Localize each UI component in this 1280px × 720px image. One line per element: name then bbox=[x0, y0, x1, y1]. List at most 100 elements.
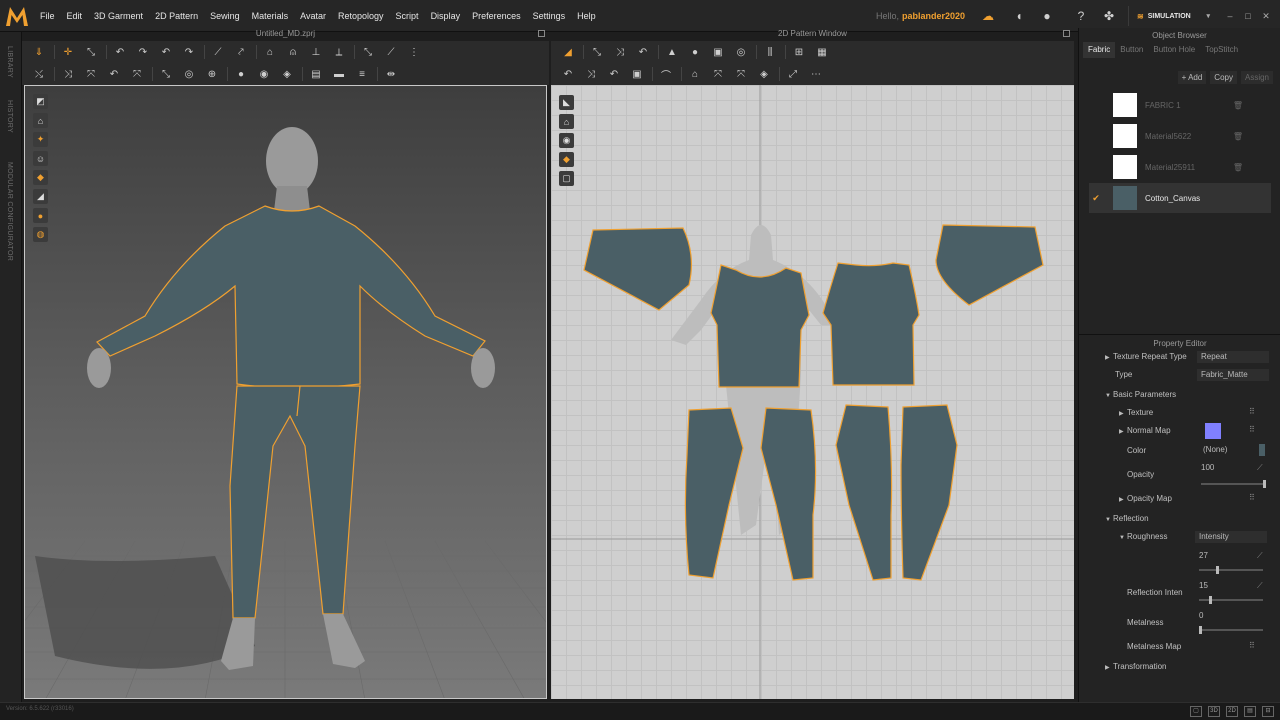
color-swatch[interactable] bbox=[1259, 444, 1265, 456]
button-2d-icon[interactable]: ◈ bbox=[755, 66, 773, 82]
delete-icon[interactable]: 🗑 bbox=[1233, 132, 1243, 141]
tack-on-avatar-icon[interactable]: ↷ bbox=[134, 44, 152, 60]
layout-split-icon[interactable]: ▤ bbox=[1244, 706, 1256, 717]
reflection-intensity-pick-icon[interactable]: ⟋ bbox=[1257, 581, 1263, 591]
environment-icon[interactable]: ◍ bbox=[33, 227, 48, 242]
layers-icon[interactable]: ≡ bbox=[353, 66, 371, 82]
fabric-swatch[interactable] bbox=[1113, 124, 1137, 148]
marketplace-icon[interactable]: ✤ bbox=[1101, 8, 1117, 24]
grading-icon[interactable]: ▦ bbox=[813, 44, 831, 60]
garment-fit-icon[interactable]: ⌂ bbox=[686, 66, 704, 82]
edit-curve-icon[interactable]: ⤨ bbox=[611, 44, 629, 60]
tape-icon[interactable]: ⤤ bbox=[232, 44, 250, 60]
avatar-view-icon[interactable]: ☺ bbox=[33, 151, 48, 166]
texture-view-icon[interactable]: ◆ bbox=[33, 170, 48, 185]
rectangle-icon[interactable]: ▣ bbox=[709, 44, 727, 60]
menu-item-script[interactable]: Script bbox=[390, 11, 425, 21]
edit-pattern-icon[interactable]: ⤡ bbox=[588, 44, 606, 60]
layout-3d-icon[interactable]: 3D bbox=[1208, 706, 1220, 717]
transform-pattern-icon[interactable]: ✛ bbox=[59, 44, 77, 60]
menu-item-file[interactable]: File bbox=[34, 11, 61, 21]
maximize-icon[interactable]: □ bbox=[1242, 10, 1254, 22]
reflection-intensity-slider[interactable] bbox=[1199, 596, 1263, 604]
menu-item-settings[interactable]: Settings bbox=[527, 11, 572, 21]
pose-icon[interactable]: ⤯ bbox=[30, 66, 48, 82]
opacity-value[interactable]: 100 bbox=[1201, 463, 1214, 472]
fold-arrange-icon[interactable]: ⤡ bbox=[82, 44, 100, 60]
username[interactable]: pablander2020 bbox=[902, 11, 965, 21]
opacity-map-row[interactable]: ▶ Opacity Map bbox=[1119, 491, 1280, 507]
polygon-icon[interactable]: ▲ bbox=[663, 44, 681, 60]
add-point-icon[interactable]: ↶ bbox=[634, 44, 652, 60]
menu-item-edit[interactable]: Edit bbox=[61, 11, 89, 21]
sphere-icon[interactable]: ● bbox=[232, 66, 250, 82]
layout-single-icon[interactable]: ▢ bbox=[1190, 706, 1202, 717]
roughness-pick-icon[interactable]: ⟋ bbox=[1257, 551, 1263, 561]
fit-icon[interactable]: ▬ bbox=[330, 66, 348, 82]
reflection-row[interactable]: ▼ Reflection bbox=[1105, 511, 1280, 527]
fabric-list-item[interactable]: Material25911 🗑 bbox=[1089, 152, 1271, 182]
mode-selector[interactable]: ≋ SIMULATION ▾ bbox=[1128, 6, 1216, 26]
basic-parameters-row[interactable]: ▼ Basic Parameters bbox=[1105, 387, 1280, 403]
flat-seam-icon[interactable]: ↶ bbox=[105, 66, 123, 82]
roughness-slider[interactable] bbox=[1199, 566, 1263, 574]
copy-fabric-button[interactable]: Copy bbox=[1210, 70, 1237, 84]
tack-icon[interactable]: ↶ bbox=[111, 44, 129, 60]
circle-icon[interactable]: ◉ bbox=[255, 66, 273, 82]
segment-sewing-icon[interactable]: ↶ bbox=[559, 66, 577, 82]
texture-row[interactable]: ▶ Texture bbox=[1119, 405, 1280, 421]
fabric-swatch[interactable] bbox=[1113, 93, 1137, 117]
pattern-view-icon[interactable]: ◣ bbox=[559, 95, 574, 110]
check-sewing-icon[interactable]: ▣ bbox=[628, 66, 646, 82]
avatar-pin-icon[interactable]: ⟂ bbox=[330, 44, 348, 60]
camera-icon[interactable]: ◩ bbox=[33, 94, 48, 109]
3d-viewport[interactable]: ◩ ⌂ ✦ ☺ ◆ ◢ ● ◍ bbox=[24, 85, 547, 699]
brush-icon[interactable]: ⤡ bbox=[359, 44, 377, 60]
menu-item-materials[interactable]: Materials bbox=[246, 11, 295, 21]
dart-icon[interactable]: ⫼ bbox=[761, 44, 779, 60]
tab-library[interactable]: LIBRARY bbox=[6, 46, 13, 78]
fabric-list-item[interactable]: FABRIC 1 🗑 bbox=[1089, 90, 1271, 120]
menu-item-display[interactable]: Display bbox=[425, 11, 467, 21]
notification-icon[interactable]: ◖ bbox=[1011, 8, 1027, 24]
metalness-slider[interactable] bbox=[1199, 626, 1263, 634]
tab-button-hole[interactable]: Button Hole bbox=[1148, 42, 1200, 58]
line-2d-icon[interactable]: ⋯ bbox=[807, 66, 825, 82]
fabric-list-item[interactable]: Material5622 🗑 bbox=[1089, 121, 1271, 151]
assign-fabric-button[interactable]: Assign bbox=[1240, 70, 1273, 84]
color-value[interactable]: (None) bbox=[1203, 445, 1227, 454]
transform-icon[interactable]: ⇹ bbox=[382, 66, 400, 82]
measure-icon[interactable]: ⟋ bbox=[209, 44, 227, 60]
stitch-icon[interactable]: ◎ bbox=[180, 66, 198, 82]
fabric-swatch[interactable] bbox=[1113, 186, 1137, 210]
menu-item-3d-garment[interactable]: 3D Garment bbox=[88, 11, 149, 21]
tab-button[interactable]: Button bbox=[1115, 42, 1148, 58]
cloud-sync-icon[interactable]: ☁ bbox=[980, 8, 996, 24]
steam-icon[interactable]: ⍝ bbox=[284, 44, 302, 60]
opacity-slider[interactable] bbox=[1201, 480, 1266, 488]
texture-options-icon[interactable]: ⠿ bbox=[1249, 407, 1255, 416]
texture-icon[interactable]: ◈ bbox=[278, 66, 296, 82]
opacity-pick-icon[interactable]: ⟋ bbox=[1257, 463, 1263, 473]
menu-item-2d-pattern[interactable]: 2D Pattern bbox=[149, 11, 204, 21]
ruler-icon[interactable]: ▤ bbox=[307, 66, 325, 82]
silhouette-icon[interactable]: ◆ bbox=[559, 152, 574, 167]
menu-item-retopology[interactable]: Retopology bbox=[332, 11, 390, 21]
segment-icon[interactable]: ⤨ bbox=[59, 66, 77, 82]
minimize-icon[interactable]: – bbox=[1224, 10, 1236, 22]
transformation-row[interactable]: ▶ Transformation bbox=[1105, 659, 1280, 675]
roughness-mode-select[interactable]: Intensity bbox=[1195, 531, 1267, 543]
tack-2d-icon[interactable]: ⤧ bbox=[709, 66, 727, 82]
zip-icon[interactable]: ⤡ bbox=[157, 66, 175, 82]
2d-pattern-viewport[interactable]: ◣ ⌂ ◉ ◆ ▢ bbox=[551, 85, 1074, 699]
menu-item-preferences[interactable]: Preferences bbox=[466, 11, 527, 21]
delete-icon[interactable]: 🗑 bbox=[1233, 101, 1243, 110]
grid-icon[interactable]: ⋮ bbox=[405, 44, 423, 60]
measure-2d-icon[interactable]: ⤢ bbox=[784, 66, 802, 82]
type-select[interactable]: Fabric_Matte bbox=[1197, 369, 1269, 381]
sculpt-icon[interactable]: ⟋ bbox=[382, 44, 400, 60]
fold-arrange-2d-icon[interactable]: ⌒ bbox=[657, 66, 675, 82]
garment-2d-view-icon[interactable]: ⌂ bbox=[559, 114, 574, 129]
normal-map-swatch[interactable] bbox=[1205, 423, 1221, 439]
metalness-value[interactable]: 0 bbox=[1199, 611, 1203, 620]
